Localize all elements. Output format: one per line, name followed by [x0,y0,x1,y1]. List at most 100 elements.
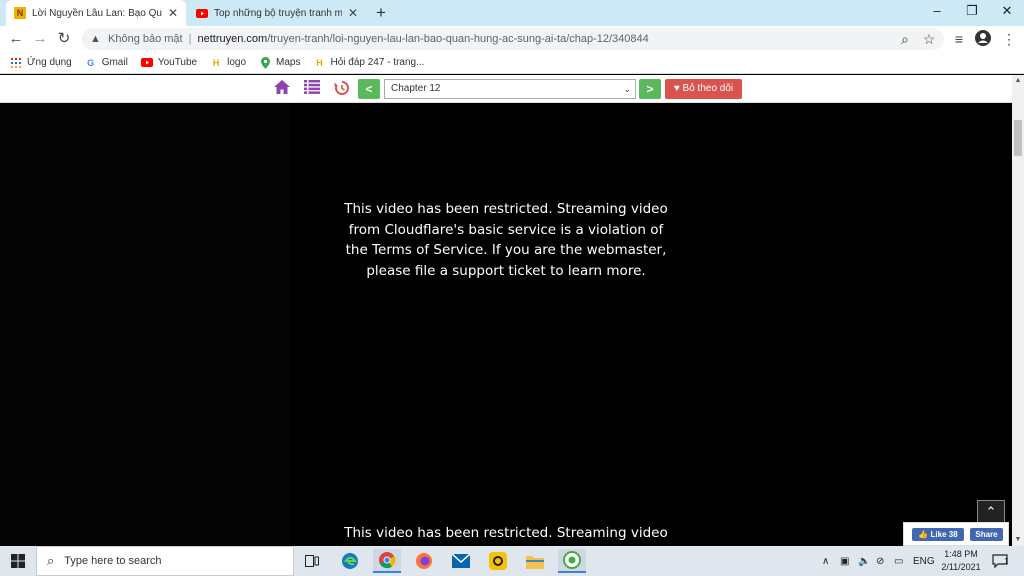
language-indicator[interactable]: ENG [913,546,935,576]
security-label[interactable]: Không bảo mật [108,33,183,45]
mail-icon[interactable] [447,549,475,573]
app-icon-green[interactable] [558,549,586,573]
restricted-line: please file a support ticket to learn mo… [366,262,646,279]
home-icon[interactable] [273,80,291,98]
bookmark-apps[interactable]: Ứng dụng [10,57,72,69]
bookmark-label: Maps [276,57,301,68]
search-icon: ⌕ [47,553,55,568]
star-icon[interactable]: ☆ [920,30,938,48]
unfollow-label: Bỏ theo dõi [682,83,734,94]
warning-icon[interactable]: ▲ [90,33,102,45]
reload-icon[interactable]: ↻ [54,29,74,49]
url-host: nettruyen.com [197,33,268,45]
windows-icon [11,554,25,568]
bookmark-youtube[interactable]: YouTube [140,57,198,69]
thumbs-up-icon: 👍 [918,530,929,539]
bookmark-label: Hỏi đáp 247 - trang... [330,57,425,68]
scroll-up-icon[interactable]: ▲ [1012,75,1024,87]
maps-pin-icon [259,56,271,69]
unfollow-button[interactable]: ♥ Bỏ theo dõi [665,79,742,99]
app-icon-yellow[interactable] [484,549,512,573]
windows-taskbar: ⌕ Type here to search ∧ ▣ 🔈 ⊘ ▭ ENG 1:48… [0,546,1024,576]
page-margin [0,103,290,546]
firefox-icon[interactable] [410,549,438,573]
edge-icon[interactable] [336,549,364,573]
chapter-select[interactable]: Chapter 12 ⌄ [384,79,636,99]
notification-count: 1 [1004,556,1009,566]
address-bar[interactable]: ▲ Không bảo mật | nettruyen.com/truyen-t… [82,28,944,50]
media-queue-icon[interactable]: ≡ [950,30,968,48]
zoom-icon[interactable]: ⌕ [896,30,914,48]
chapter-list-icon[interactable] [303,80,321,98]
close-icon[interactable]: ✕ [168,6,178,20]
chapter-nav-bar: < Chapter 12 ⌄ > ♥ Bỏ theo dõi [0,75,1012,103]
h-logo-icon: H [316,57,323,68]
history-icon[interactable] [333,80,351,98]
tray-app-icon[interactable]: ▣ [840,546,849,576]
network-icon[interactable]: ⊘ [876,546,884,576]
close-icon[interactable]: ✕ [348,6,358,20]
chevron-down-icon: ⌄ [623,84,631,94]
facebook-like-button[interactable]: 👍 Like 38 [912,528,964,541]
prev-chapter-button[interactable]: < [358,79,380,99]
search-placeholder: Type here to search [64,555,162,567]
back-icon[interactable]: ← [6,29,26,49]
bookmark-label: Ứng dụng [27,57,72,68]
battery-icon[interactable]: ▭ [894,546,903,576]
scrollbar-thumb[interactable] [1014,120,1022,156]
restricted-line: the Terms of Service. If you are the web… [345,242,667,258]
tab-title: Lời Nguyền Lâu Lan: Bạo Quân H [32,7,162,19]
next-chapter-button[interactable]: > [639,79,661,99]
url-path: /truyen-tranh/loi-nguyen-lau-lan-bao-qua… [267,33,649,45]
google-icon: G [87,57,95,68]
scroll-down-icon[interactable]: ▼ [1012,534,1024,546]
divider: | [188,33,192,45]
task-view-icon[interactable] [298,549,326,573]
bookmark-gmail[interactable]: G Gmail [85,57,128,69]
bookmark-maps[interactable]: Maps [259,56,301,69]
youtube-icon [196,7,208,19]
notification-icon[interactable]: 1 [992,546,1008,576]
menu-icon[interactable]: ⋮ [1000,30,1018,48]
clock-date: 2/11/2021 [941,562,981,572]
tab-active[interactable]: N Lời Nguyền Lâu Lan: Bạo Quân H ✕ [6,0,186,26]
bookmark-label: YouTube [157,57,198,68]
page-scrollbar[interactable]: ▲ ▼ [1012,75,1024,546]
chapter-reader: This video has been restricted. Streamin… [290,103,722,546]
close-window-icon[interactable]: ✕ [990,0,1024,24]
minimize-icon[interactable]: – [920,0,954,24]
bookmark-label: Gmail [101,57,128,68]
chapter-select-value: Chapter 12 [391,83,441,94]
bookmark-label: logo [227,57,247,68]
taskbar-search[interactable]: ⌕ Type here to search [36,546,294,576]
h-logo-icon: H [212,57,220,68]
tray-chevron-icon[interactable]: ∧ [822,546,829,576]
facebook-share-button[interactable]: Share [970,528,1003,541]
start-button[interactable] [0,546,36,576]
restore-icon[interactable]: ❐ [955,0,989,24]
tab-youtube[interactable]: Top những bộ truyện tranh manh ✕ [188,0,366,26]
facebook-widget: 👍 Like 38 Share [903,522,1009,546]
chrome-icon[interactable] [373,549,401,573]
restricted-line: This video has been restricted. Streamin… [344,525,668,541]
nettruyen-icon: N [14,7,26,19]
system-clock[interactable]: 1:48 PM 2/11/2021 [934,548,988,574]
clock-time: 1:48 PM [944,549,978,559]
bookmark-logo[interactable]: H logo [210,57,246,69]
tab-title: Top những bộ truyện tranh manh [214,7,342,19]
browser-toolbar: ← → ↻ ▲ Không bảo mật | nettruyen.com/tr… [0,26,1024,52]
like-label: Like 38 [930,530,958,539]
bookmark-hoidap[interactable]: H Hỏi đáp 247 - trang... [313,57,424,69]
file-explorer-icon[interactable] [521,549,549,573]
new-tab-button[interactable]: + [372,3,390,23]
url-text[interactable]: nettruyen.com/truyen-tranh/loi-nguyen-la… [197,33,648,45]
restricted-line: from Cloudflare's basic service is a vio… [348,221,664,238]
apps-grid-icon [10,57,22,69]
forward-icon[interactable]: → [30,29,50,49]
page-content: < Chapter 12 ⌄ > ♥ Bỏ theo dõi This vide… [0,75,1012,546]
profile-icon[interactable] [974,30,992,48]
volume-icon[interactable]: 🔈 [858,546,870,576]
browser-window: N Lời Nguyền Lâu Lan: Bạo Quân H ✕ Top n… [0,0,1024,576]
scroll-to-top-button[interactable]: ⌃ [977,500,1005,524]
bookmarks-bar: Ứng dụng G Gmail YouTube H logo Maps H H… [0,52,1024,74]
